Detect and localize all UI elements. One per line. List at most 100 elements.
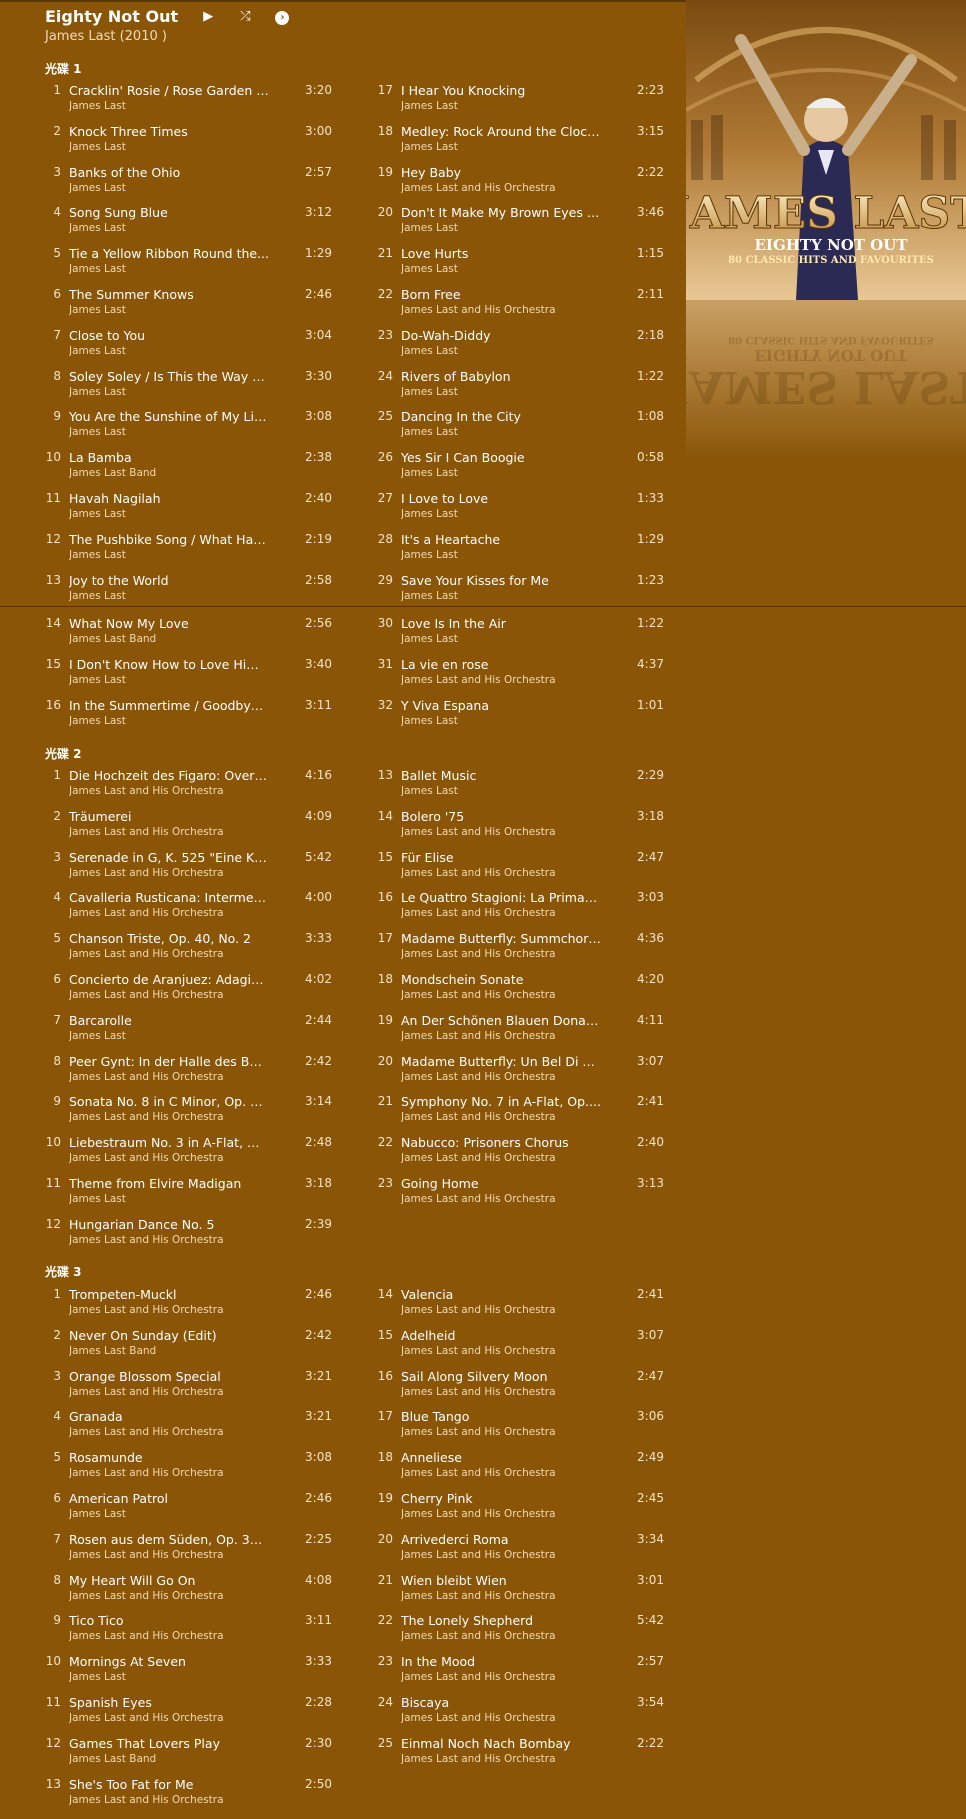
track-title[interactable]: Joy to the World — [69, 573, 269, 588]
track-row[interactable]: 3 Serenade in G, K. 525 "Eine Klei... 5:42… — [45, 847, 332, 887]
track-row[interactable]: 30 Love Is In the Air 1:22 James Last — [377, 613, 664, 653]
track-title[interactable]: Hey Baby — [401, 165, 601, 180]
track-row[interactable]: 5 Tie a Yellow Ribbon Round the... 1:29 Jam… — [45, 243, 332, 283]
track-title[interactable]: Chanson Triste, Op. 40, No. 2 — [69, 931, 269, 946]
track-row[interactable]: 18 Anneliese 2:49 James Last and His Orches… — [377, 1447, 664, 1487]
track-artist[interactable]: James Last Band — [69, 1753, 289, 1765]
track-artist[interactable]: James Last — [401, 222, 621, 234]
track-title[interactable]: Bolero '75 — [401, 809, 601, 824]
track-title[interactable]: Knock Three Times — [69, 124, 269, 139]
track-title[interactable]: Cracklin' Rosie / Rose Garden (L... — [69, 83, 269, 98]
track-artist[interactable]: James Last and His Orchestra — [401, 1193, 621, 1205]
track-artist[interactable]: James Last and His Orchestra — [401, 1712, 621, 1724]
track-artist[interactable]: James Last — [69, 263, 289, 275]
track-row[interactable]: 2 Träumerei 4:09 James Last and His Orchest… — [45, 806, 332, 846]
track-row[interactable]: 27 I Love to Love 1:33 James Last — [377, 488, 664, 528]
track-title[interactable]: Orange Blossom Special — [69, 1369, 269, 1384]
track-row[interactable]: 7 Barcarolle 2:44 James Last — [45, 1010, 332, 1050]
track-row[interactable]: 2 Knock Three Times 3:00 James Last — [45, 121, 332, 161]
track-artist[interactable]: James Last — [69, 141, 289, 153]
track-row[interactable]: 29 Save Your Kisses for Me 1:23 James Last — [377, 570, 664, 610]
track-artist[interactable]: James Last and His Orchestra — [401, 1304, 621, 1316]
track-artist[interactable]: James Last and His Orchestra — [401, 1508, 621, 1520]
track-artist[interactable]: James Last — [401, 345, 621, 357]
track-artist[interactable]: James Last — [69, 345, 289, 357]
track-row[interactable]: 6 Concierto de Aranjuez: Adagio (... 4:02 J… — [45, 969, 332, 1009]
track-artist[interactable]: James Last and His Orchestra — [401, 1630, 621, 1642]
track-artist[interactable]: James Last and His Orchestra — [401, 907, 621, 919]
track-artist[interactable]: James Last — [69, 674, 289, 686]
track-row[interactable]: 5 Rosamunde 3:08 James Last and His Orchest… — [45, 1447, 332, 1487]
track-artist[interactable]: James Last and His Orchestra — [69, 1304, 289, 1316]
track-artist[interactable]: James Last and His Orchestra — [401, 989, 621, 1001]
track-artist[interactable]: James Last and His Orchestra — [69, 1590, 289, 1602]
track-row[interactable]: 5 Chanson Triste, Op. 40, No. 2 3:33 James … — [45, 928, 332, 968]
track-title[interactable]: Rosamunde — [69, 1450, 269, 1465]
track-row[interactable]: 4 Granada 3:21 James Last and His Orchestra — [45, 1406, 332, 1446]
track-row[interactable]: 13 Ballet Music 2:29 James Last — [377, 765, 664, 805]
track-row[interactable]: 12 The Pushbike Song / What Hav... 2:19 Jam… — [45, 529, 332, 569]
track-title[interactable]: The Pushbike Song / What Hav... — [69, 532, 269, 547]
track-row[interactable]: 13 She's Too Fat for Me 2:50 James Last and… — [45, 1774, 332, 1814]
track-row[interactable]: 15 Für Elise 2:47 James Last and His Orches… — [377, 847, 664, 887]
track-artist[interactable]: James Last and His Orchestra — [401, 1071, 621, 1083]
track-row[interactable]: 17 I Hear You Knocking 2:23 James Last — [377, 80, 664, 120]
track-title[interactable]: Symphony No. 7 in A-Flat, Op.... — [401, 1094, 601, 1109]
track-row[interactable]: 10 La Bamba 2:38 James Last Band — [45, 447, 332, 487]
track-artist[interactable]: James Last — [69, 100, 289, 112]
track-artist[interactable]: James Last and His Orchestra — [401, 304, 621, 316]
track-artist[interactable]: James Last — [69, 222, 289, 234]
track-artist[interactable]: James Last and His Orchestra — [69, 1111, 289, 1123]
track-title[interactable]: Havah Nagilah — [69, 491, 269, 506]
track-title[interactable]: Ballet Music — [401, 768, 601, 783]
track-artist[interactable]: James Last — [401, 141, 621, 153]
track-title[interactable]: Love Is In the Air — [401, 616, 601, 631]
track-artist[interactable]: James Last and His Orchestra — [401, 674, 621, 686]
track-row[interactable]: 15 I Don't Know How to Love Him... 3:40 Jam… — [45, 654, 332, 694]
track-title[interactable]: Do-Wah-Diddy — [401, 328, 601, 343]
track-artist[interactable]: James Last and His Orchestra — [401, 1671, 621, 1683]
track-title[interactable]: Trompeten-Muckl — [69, 1287, 269, 1302]
track-title[interactable]: Anneliese — [401, 1450, 601, 1465]
track-row[interactable]: 9 Sonata No. 8 in C Minor, Op. 13... 3:14 J… — [45, 1091, 332, 1131]
track-artist[interactable]: James Last and His Orchestra — [69, 1630, 289, 1642]
track-row[interactable]: 4 Song Sung Blue 3:12 James Last — [45, 202, 332, 242]
track-title[interactable]: I Don't Know How to Love Him... — [69, 657, 269, 672]
track-row[interactable]: 26 Yes Sir I Can Boogie 0:58 James Last — [377, 447, 664, 487]
play-icon[interactable]: ▶ — [199, 8, 217, 26]
track-title[interactable]: Arrivederci Roma — [401, 1532, 601, 1547]
track-title[interactable]: Love Hurts — [401, 246, 601, 261]
track-row[interactable]: 14 What Now My Love 2:56 James Last Band — [45, 613, 332, 653]
track-title[interactable]: Träumerei — [69, 809, 269, 824]
track-artist[interactable]: James Last — [401, 590, 621, 602]
track-artist[interactable]: James Last and His Orchestra — [69, 1467, 289, 1479]
track-row[interactable]: 12 Games That Lovers Play 2:30 James Last B… — [45, 1733, 332, 1773]
track-row[interactable]: 6 The Summer Knows 2:46 James Last — [45, 284, 332, 324]
track-row[interactable]: 20 Arrivederci Roma 3:34 James Last and His… — [377, 1529, 664, 1569]
track-artist[interactable]: James Last — [401, 633, 621, 645]
track-row[interactable]: 23 Do-Wah-Diddy 2:18 James Last — [377, 325, 664, 365]
track-title[interactable]: Soley Soley / Is This the Way to... — [69, 369, 269, 384]
track-artist[interactable]: James Last — [401, 467, 621, 479]
track-title[interactable]: In the Mood — [401, 1654, 601, 1669]
track-artist[interactable]: James Last and His Orchestra — [401, 1467, 621, 1479]
track-title[interactable]: It's a Heartache — [401, 532, 601, 547]
track-title[interactable]: Concierto de Aranjuez: Adagio (... — [69, 972, 269, 987]
track-artist[interactable]: James Last and His Orchestra — [69, 989, 289, 1001]
track-row[interactable]: 1 Die Hochzeit des Figaro: Overtu... 4:16 J… — [45, 765, 332, 805]
track-row[interactable]: 14 Valencia 2:41 James Last and His Orchest… — [377, 1284, 664, 1324]
track-artist[interactable]: James Last — [401, 715, 621, 727]
track-title[interactable]: Hungarian Dance No. 5 — [69, 1217, 269, 1232]
track-title[interactable]: In the Summertime / Goodbye... — [69, 698, 269, 713]
track-row[interactable]: 17 Madame Butterfly: Summchor (... 4:36 Jam… — [377, 928, 664, 968]
track-title[interactable]: Wien bleibt Wien — [401, 1573, 601, 1588]
track-artist[interactable]: James Last and His Orchestra — [401, 1345, 621, 1357]
track-row[interactable]: 18 Mondschein Sonate 4:20 James Last and Hi… — [377, 969, 664, 1009]
track-artist[interactable]: James Last — [69, 590, 289, 602]
track-artist[interactable]: James Last — [401, 785, 621, 797]
track-title[interactable]: The Lonely Shepherd — [401, 1613, 601, 1628]
track-artist[interactable]: James Last — [69, 1671, 289, 1683]
track-artist[interactable]: James Last and His Orchestra — [69, 826, 289, 838]
track-artist[interactable]: James Last and His Orchestra — [401, 1549, 621, 1561]
track-artist[interactable]: James Last — [69, 715, 289, 727]
